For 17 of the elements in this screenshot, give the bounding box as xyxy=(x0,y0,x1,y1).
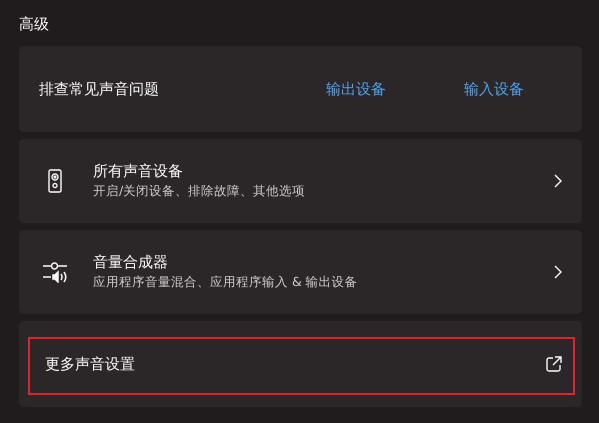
card-title: 更多声音设置 xyxy=(45,354,135,374)
speaker-icon xyxy=(48,169,62,193)
chevron-right-icon xyxy=(554,265,562,279)
card-title: 音量合成器 xyxy=(93,253,169,272)
settings-card[interactable]: 音量合成器 应用程序音量混合、应用程序输入 & 输出设备 xyxy=(19,230,582,314)
card-subtitle: 开启/关闭设备、排除故障、其他选项 xyxy=(93,183,306,200)
settings-card[interactable]: 更多声音设置 xyxy=(19,321,582,407)
section-title: 高级 xyxy=(19,14,50,34)
chevron-right-icon xyxy=(554,174,562,188)
volume-mixer-icon xyxy=(42,261,68,283)
card-subtitle: 应用程序音量混合、应用程序输入 & 输出设备 xyxy=(93,274,358,291)
settings-card[interactable]: 所有声音设备 开启/关闭设备、排除故障、其他选项 xyxy=(19,139,582,223)
device-link[interactable]: 输入设备 xyxy=(464,80,524,98)
card-title: 排查常见声音问题 xyxy=(39,80,159,98)
card-title: 所有声音设备 xyxy=(93,162,184,181)
external-link-icon xyxy=(546,356,562,372)
device-link[interactable]: 输出设备 xyxy=(326,80,386,98)
